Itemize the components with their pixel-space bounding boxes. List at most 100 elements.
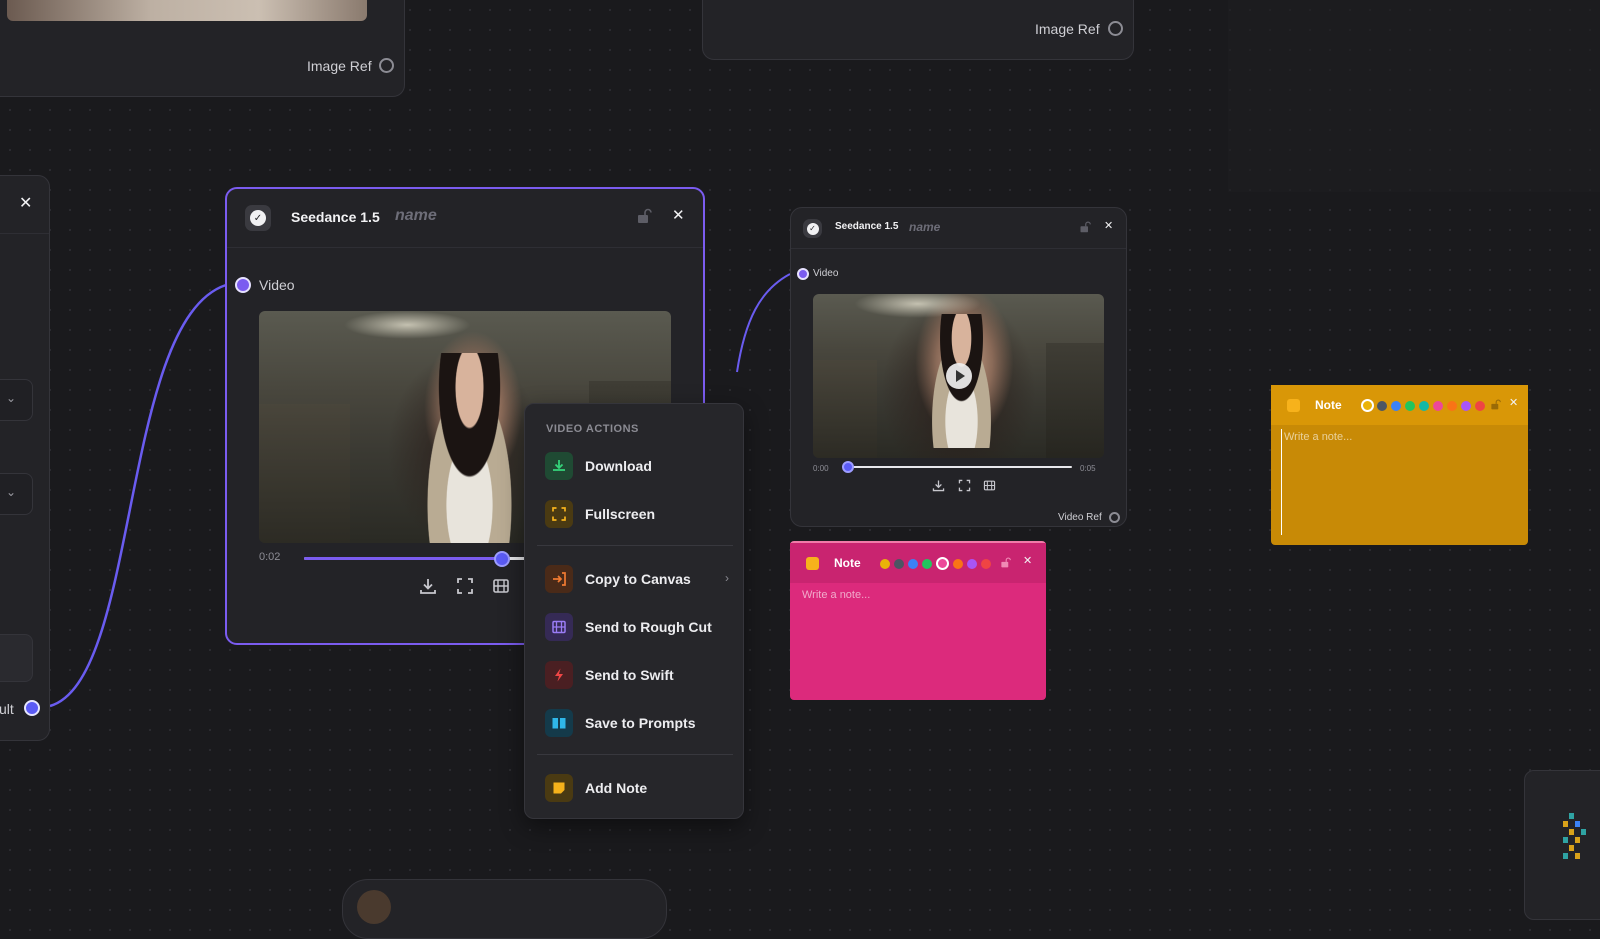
- video-preview[interactable]: [813, 294, 1104, 458]
- color-swatch-green[interactable]: [1405, 401, 1415, 411]
- dropdown-1[interactable]: ⌄: [0, 379, 33, 421]
- video-input-port[interactable]: [235, 277, 251, 293]
- video-scrubber[interactable]: [848, 466, 1072, 468]
- color-swatch-yellow[interactable]: [1361, 399, 1374, 412]
- note-pink[interactable]: Note ✕: [790, 541, 1046, 700]
- color-swatch-orange[interactable]: [1447, 401, 1457, 411]
- close-icon[interactable]: ✕: [19, 196, 32, 212]
- copy-to-canvas-icon: [545, 565, 573, 593]
- image-ref-port[interactable]: [379, 58, 394, 73]
- color-swatch-blue[interactable]: [1391, 401, 1401, 411]
- note-title: Note: [834, 556, 861, 570]
- unlock-icon[interactable]: [636, 208, 652, 224]
- image-ref-port-2[interactable]: [1108, 21, 1123, 36]
- video-ref-port[interactable]: [1109, 512, 1120, 523]
- wire-to-main-node: [49, 283, 227, 708]
- color-swatch-green[interactable]: [922, 559, 932, 569]
- menu-item-download[interactable]: Download: [535, 446, 735, 486]
- video-ref-label: Video Ref: [1058, 512, 1102, 523]
- video-scrubber-thumb[interactable]: [494, 551, 510, 567]
- video-input-label: Video: [259, 277, 295, 293]
- note-icon: [806, 557, 819, 570]
- fullscreen-icon[interactable]: [456, 577, 474, 595]
- chevron-down-icon: ⌄: [6, 391, 17, 405]
- menu-item-send-to-swift[interactable]: Send to Swift: [535, 655, 735, 695]
- video-progress-fill: [304, 557, 502, 560]
- top-middle-node[interactable]: Image Ref: [702, 0, 1134, 60]
- node-name-input[interactable]: name: [395, 207, 437, 225]
- menu-item-label: Save to Prompts: [585, 715, 696, 731]
- close-icon[interactable]: ✕: [672, 208, 685, 223]
- menu-item-add-note[interactable]: Add Note: [535, 768, 735, 808]
- text-area[interactable]: [0, 634, 33, 682]
- color-swatch-blue[interactable]: [908, 559, 918, 569]
- seedance-node-secondary[interactable]: ✓ Seedance 1.5 name ✕ Video 0:00 0:05 Vi…: [790, 207, 1127, 527]
- menu-item-fullscreen[interactable]: Fullscreen: [535, 494, 735, 534]
- color-swatch-purple[interactable]: [967, 559, 977, 569]
- play-icon[interactable]: [945, 363, 972, 389]
- film-icon[interactable]: [492, 577, 510, 595]
- unlock-icon[interactable]: [1000, 557, 1011, 568]
- menu-item-send-to-rough-cut[interactable]: Send to Rough Cut: [535, 607, 735, 647]
- left-partial-panel[interactable]: ✕ ⌄ ⌄ ult: [0, 175, 50, 741]
- fullscreen-icon: [545, 500, 573, 528]
- film-icon[interactable]: [983, 479, 996, 492]
- enabled-toggle[interactable]: ✓: [245, 205, 271, 231]
- color-swatch-red[interactable]: [1475, 401, 1485, 411]
- color-swatch-yellow[interactable]: [880, 559, 890, 569]
- note-textarea[interactable]: [800, 587, 1036, 690]
- dropdown-2[interactable]: ⌄: [0, 473, 33, 515]
- video-frame-detail: [259, 403, 350, 543]
- video-input-port[interactable]: [797, 268, 809, 280]
- node-title: Seedance 1.5: [835, 221, 899, 232]
- color-swatch-orange[interactable]: [953, 559, 963, 569]
- result-port[interactable]: [24, 700, 40, 716]
- fullscreen-icon[interactable]: [958, 479, 971, 492]
- result-label: ult: [0, 701, 14, 717]
- image-ref-label: Image Ref: [307, 58, 372, 74]
- menu-item-label: Copy to Canvas: [585, 571, 691, 587]
- note-title: Note: [1315, 398, 1342, 412]
- menu-divider: [537, 545, 733, 546]
- menu-item-copy-to-canvas[interactable]: Copy to Canvas ›: [535, 559, 735, 599]
- video-input-label: Video: [813, 268, 839, 279]
- menu-divider: [537, 754, 733, 755]
- menu-item-label: Send to Rough Cut: [585, 619, 712, 635]
- video-current-time: 0:02: [259, 551, 281, 563]
- color-swatch-purple[interactable]: [1461, 401, 1471, 411]
- check-icon: ✓: [250, 210, 266, 226]
- color-swatch-pink[interactable]: [936, 557, 949, 570]
- note-textarea[interactable]: [1281, 429, 1518, 535]
- note-yellow[interactable]: Note ✕: [1271, 385, 1528, 545]
- menu-item-label: Download: [585, 458, 652, 474]
- close-icon[interactable]: ✕: [1023, 556, 1032, 567]
- close-icon[interactable]: ✕: [1509, 398, 1518, 409]
- color-swatch-teal[interactable]: [1419, 401, 1429, 411]
- color-swatch-pink[interactable]: [1433, 401, 1443, 411]
- video-frame-subject: [415, 352, 523, 543]
- download-icon[interactable]: [932, 479, 945, 492]
- check-icon: ✓: [806, 222, 819, 235]
- enabled-toggle[interactable]: ✓: [803, 219, 822, 238]
- video-end-time: 0:05: [1080, 464, 1096, 473]
- menu-item-label: Send to Swift: [585, 667, 674, 683]
- bottom-right-node[interactable]: [1524, 770, 1600, 920]
- node-name-input[interactable]: name: [909, 220, 940, 234]
- note-header: Note ✕: [1271, 385, 1528, 425]
- chevron-down-icon: ⌄: [6, 485, 17, 499]
- download-icon[interactable]: [419, 577, 437, 595]
- bottom-partial-node[interactable]: [342, 879, 667, 939]
- color-swatch-red[interactable]: [981, 559, 991, 569]
- download-icon: [545, 452, 573, 480]
- image-thumbnail: [7, 0, 367, 21]
- video-scrubber-thumb[interactable]: [842, 461, 854, 473]
- menu-item-save-to-prompts[interactable]: Save to Prompts: [535, 703, 735, 743]
- close-icon[interactable]: ✕: [1104, 221, 1113, 232]
- unlock-icon[interactable]: [1490, 399, 1501, 410]
- top-left-node[interactable]: Image Ref: [0, 0, 405, 97]
- right-panel: [1228, 0, 1600, 192]
- note-icon: [545, 774, 573, 802]
- color-swatch-gray[interactable]: [894, 559, 904, 569]
- color-swatch-gray[interactable]: [1377, 401, 1387, 411]
- unlock-icon[interactable]: [1079, 221, 1091, 233]
